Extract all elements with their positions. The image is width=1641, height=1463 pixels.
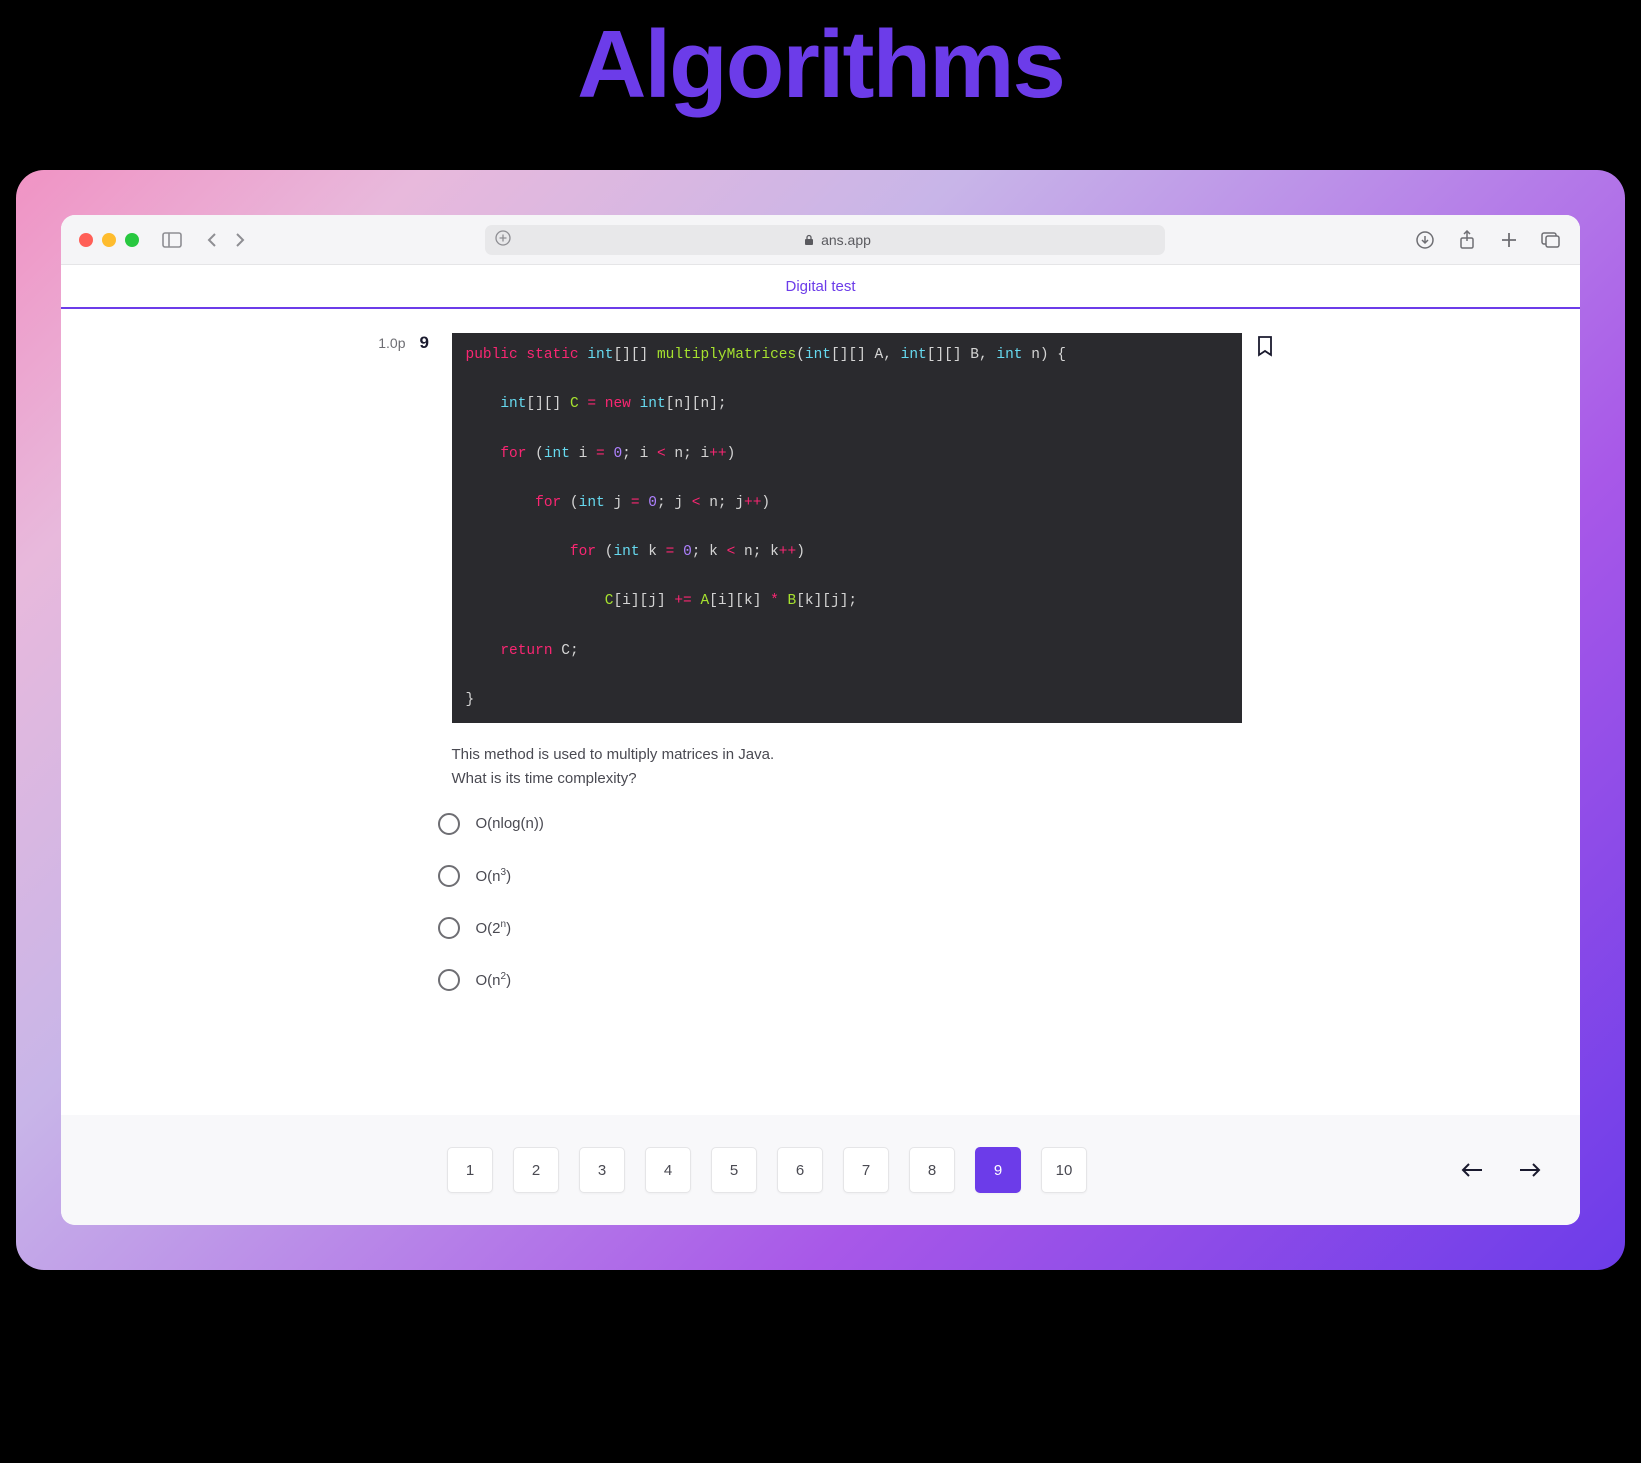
answer-option-label: O(n3) [476, 867, 512, 885]
question-row: 1.0p 9 public static int[][] multiplyMat… [61, 333, 1580, 991]
page-title: Algorithms [0, 0, 1641, 120]
url-text: ans.app [521, 232, 1155, 248]
lock-icon [804, 234, 814, 246]
question-prompt: This method is used to multiply matrices… [452, 743, 1242, 791]
prev-next-nav [1458, 1156, 1544, 1184]
question-body: public static int[][] multiplyMatrices(i… [452, 333, 1242, 991]
points-label: 1.0p [356, 333, 406, 991]
answer-option-label: O(2n) [476, 919, 512, 937]
question-prompt-line1: This method is used to multiply matrices… [452, 746, 775, 763]
share-icon[interactable] [1456, 229, 1478, 251]
answer-option-label: O(n2) [476, 971, 512, 989]
question-prompt-line2: What is its time complexity? [452, 770, 637, 787]
sidebar-toggle-icon[interactable] [161, 229, 183, 251]
answer-option[interactable]: O(n2) [438, 969, 1242, 991]
next-question-button[interactable] [1516, 1156, 1544, 1184]
maximize-window-button[interactable] [125, 233, 139, 247]
page-button[interactable]: 6 [777, 1147, 823, 1193]
page-buttons: 123456789 10 [447, 1147, 1087, 1193]
close-window-button[interactable] [79, 233, 93, 247]
answer-option[interactable]: O(n3) [438, 865, 1242, 887]
page-button[interactable]: 7 [843, 1147, 889, 1193]
back-button[interactable] [201, 229, 223, 251]
radio-button[interactable] [438, 813, 460, 835]
page-button[interactable]: 9 [975, 1147, 1021, 1193]
url-bar-wrap: ans.app [263, 225, 1386, 255]
nav-arrows [201, 229, 251, 251]
browser-chrome: ans.app [61, 215, 1580, 265]
minimize-window-button[interactable] [102, 233, 116, 247]
content-area: 1.0p 9 public static int[][] multiplyMat… [61, 309, 1580, 1115]
radio-button[interactable] [438, 917, 460, 939]
question-number: 9 [420, 333, 438, 991]
page-button[interactable]: 5 [711, 1147, 757, 1193]
chrome-right-icons [1414, 229, 1562, 251]
answer-option[interactable]: O(nlog(n)) [438, 813, 1242, 835]
answer-option[interactable]: O(2n) [438, 917, 1242, 939]
page-button[interactable]: 10 [1041, 1147, 1087, 1193]
prev-question-button[interactable] [1458, 1156, 1486, 1184]
browser-window: ans.app Digital test [61, 215, 1580, 1225]
device-frame: ans.app Digital test [16, 170, 1625, 1270]
forward-button[interactable] [229, 229, 251, 251]
radio-button[interactable] [438, 969, 460, 991]
page-button[interactable]: 1 [447, 1147, 493, 1193]
app-header-title: Digital test [785, 278, 855, 295]
traffic-lights [79, 233, 139, 247]
page-button[interactable]: 2 [513, 1147, 559, 1193]
new-tab-icon[interactable] [1498, 229, 1520, 251]
site-settings-icon[interactable] [495, 230, 511, 249]
pagination-bar: 123456789 10 [61, 1115, 1580, 1225]
radio-button[interactable] [438, 865, 460, 887]
page-button[interactable]: 3 [579, 1147, 625, 1193]
page-button[interactable]: 4 [645, 1147, 691, 1193]
url-bar[interactable]: ans.app [485, 225, 1165, 255]
app-header: Digital test [61, 265, 1580, 309]
code-block: public static int[][] multiplyMatrices(i… [452, 333, 1242, 723]
tabs-icon[interactable] [1540, 229, 1562, 251]
options-list: O(nlog(n)) O(n3) O(2n) O(n2) [438, 813, 1242, 991]
downloads-icon[interactable] [1414, 229, 1436, 251]
bookmark-icon[interactable] [1256, 344, 1274, 361]
page-button[interactable]: 8 [909, 1147, 955, 1193]
answer-option-label: O(nlog(n)) [476, 815, 544, 832]
